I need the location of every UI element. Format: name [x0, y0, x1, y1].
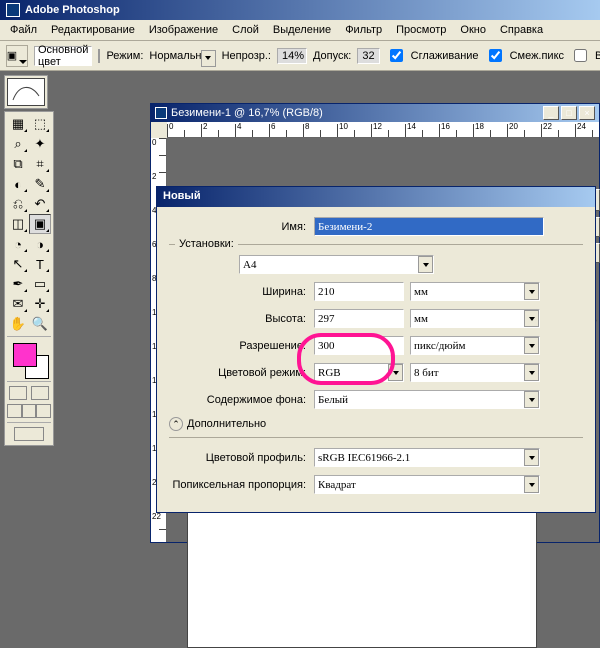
quickmask-mode-icon[interactable]	[31, 386, 49, 400]
antialias-checkbox[interactable]	[390, 49, 403, 62]
opacity-label: Непрозр.:	[222, 50, 271, 62]
menu-image[interactable]: Изображение	[143, 22, 224, 38]
width-unit-select[interactable]: мм	[410, 282, 540, 301]
name-label: Имя:	[169, 221, 314, 233]
toolbox: ▦⬚ ⌕✦ ⧉⌗ ◐✎ ⎌↶ ◫▣ ◔◑ ↖T ✒▭ ✉✛ ✋🔍	[4, 111, 54, 446]
file-browser-thumb[interactable]	[4, 75, 48, 109]
pen-tool[interactable]: ✒	[7, 274, 29, 294]
app-icon	[6, 3, 20, 17]
minimize-button[interactable]: _	[543, 106, 559, 120]
dialog-titlebar[interactable]: Новый	[157, 187, 595, 207]
workspace: ▦⬚ ⌕✦ ⧉⌗ ◐✎ ⎌↶ ◫▣ ◔◑ ↖T ✒▭ ✉✛ ✋🔍 Бе	[0, 71, 600, 528]
pixel-aspect-label: Попиксельная пропорция:	[169, 479, 314, 491]
preset-select[interactable]: A4	[239, 255, 434, 274]
height-input[interactable]	[314, 309, 404, 328]
antialias-label: Сглаживание	[411, 50, 479, 62]
menu-file[interactable]: Файл	[4, 22, 43, 38]
background-select[interactable]: Белый	[314, 390, 540, 409]
document-title: Безимени-1 @ 16,7% (RGB/8)	[171, 107, 323, 119]
menu-edit[interactable]: Редактирование	[45, 22, 141, 38]
resolution-input[interactable]	[314, 336, 404, 355]
color-mode-select[interactable]: RGB	[314, 363, 404, 382]
width-input[interactable]	[314, 282, 404, 301]
tolerance-value[interactable]: 32	[357, 48, 379, 64]
fill-source-select[interactable]: Основной цвет	[34, 46, 92, 66]
standard-mode-icon[interactable]	[9, 386, 27, 400]
zoom-tool[interactable]: 🔍	[29, 314, 51, 334]
mode-label: Режим:	[106, 50, 143, 62]
document-titlebar[interactable]: Безимени-1 @ 16,7% (RGB/8) _ □ ×	[151, 104, 599, 122]
menu-layer[interactable]: Слой	[226, 22, 265, 38]
foreground-color-swatch[interactable]	[13, 343, 37, 367]
eyedropper-tool[interactable]: ✛	[29, 294, 51, 314]
color-profile-select[interactable]: sRGB IEC61966-2.1	[314, 448, 540, 467]
width-label: Ширина:	[169, 286, 314, 298]
advanced-toggle[interactable]: ⌃ Дополнительно	[169, 417, 583, 431]
menu-view[interactable]: Просмотр	[390, 22, 452, 38]
crop-tool[interactable]: ⧉	[7, 154, 29, 174]
height-unit-select[interactable]: мм	[410, 309, 540, 328]
dodge-tool[interactable]: ◑	[29, 234, 51, 254]
all-layers-checkbox[interactable]	[574, 49, 587, 62]
marquee-tool[interactable]: ⬚	[29, 114, 51, 134]
type-tool[interactable]: T	[29, 254, 51, 274]
bucket-tool-icon[interactable]: ▣	[6, 45, 28, 67]
contiguous-label: Смеж.пикс	[510, 50, 564, 62]
mode-select[interactable]: Нормальный	[149, 50, 215, 62]
new-document-dialog: Новый Имя: Установки: A4 Ширина: мм Высо…	[156, 186, 596, 513]
brush-tool[interactable]: ✎	[29, 174, 51, 194]
color-mode-label: Цветовой режим:	[169, 367, 314, 379]
close-button[interactable]: ×	[579, 106, 595, 120]
all-layers-label: Все	[595, 50, 600, 62]
pixel-aspect-select[interactable]: Квадрат	[314, 475, 540, 494]
resolution-label: Разрешение:	[169, 340, 314, 352]
notes-tool[interactable]: ✉	[7, 294, 29, 314]
wand-tool[interactable]: ✦	[29, 134, 51, 154]
jump-to-icon[interactable]	[14, 427, 44, 441]
stamp-tool[interactable]: ⎌	[7, 194, 29, 214]
screen-mode-1-icon[interactable]	[7, 404, 22, 418]
document-icon	[155, 107, 167, 119]
color-profile-label: Цветовой профиль:	[169, 452, 314, 464]
contiguous-checkbox[interactable]	[489, 49, 502, 62]
menu-filter[interactable]: Фильтр	[339, 22, 388, 38]
menu-window[interactable]: Окно	[454, 22, 492, 38]
opacity-value[interactable]: 14%	[277, 48, 307, 64]
background-label: Содержимое фона:	[169, 394, 314, 406]
history-brush-tool[interactable]: ↶	[29, 194, 51, 214]
maximize-button[interactable]: □	[561, 106, 577, 120]
menubar: Файл Редактирование Изображение Слой Выд…	[0, 20, 600, 41]
move-tool[interactable]: ▦	[7, 114, 29, 134]
app-title: Adobe Photoshop	[25, 4, 120, 16]
slice-tool[interactable]: ⌗	[29, 154, 51, 174]
color-swatch-icon[interactable]	[98, 49, 100, 63]
menu-select[interactable]: Выделение	[267, 22, 337, 38]
preset-label: Установки:	[175, 238, 238, 250]
screen-mode-3-icon[interactable]	[36, 404, 51, 418]
heal-tool[interactable]: ◐	[7, 174, 29, 194]
color-swatches[interactable]	[7, 339, 51, 379]
tolerance-label: Допуск:	[313, 50, 351, 62]
lasso-tool[interactable]: ⌕	[7, 134, 29, 154]
eraser-tool[interactable]: ◫	[7, 214, 29, 234]
chevron-icon: ⌃	[169, 417, 183, 431]
path-tool[interactable]: ↖	[7, 254, 29, 274]
height-label: Высота:	[169, 313, 314, 325]
hand-tool[interactable]: ✋	[7, 314, 29, 334]
horizontal-ruler: 02468101214161820222426	[167, 122, 599, 138]
app-titlebar: Adobe Photoshop	[0, 0, 600, 20]
blur-tool[interactable]: ◔	[7, 234, 29, 254]
document-thumbnail[interactable]	[7, 78, 45, 106]
screen-mode-2-icon[interactable]	[22, 404, 37, 418]
name-input[interactable]	[314, 217, 544, 236]
menu-help[interactable]: Справка	[494, 22, 549, 38]
options-bar: ▣ Основной цвет Режим: Нормальный Непроз…	[0, 41, 600, 71]
resolution-unit-select[interactable]: пикс/дюйм	[410, 336, 540, 355]
bit-depth-select[interactable]: 8 бит	[410, 363, 540, 382]
shape-tool[interactable]: ▭	[29, 274, 51, 294]
bucket-tool[interactable]: ▣	[29, 214, 51, 234]
